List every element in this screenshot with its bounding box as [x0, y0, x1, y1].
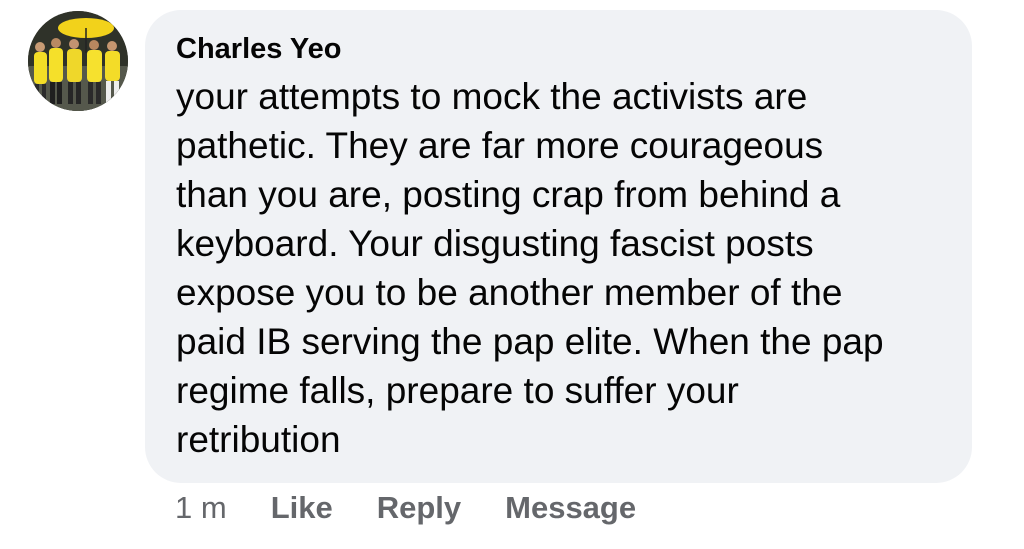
comment-text-line: your attempts to mock the activists are	[176, 76, 808, 117]
reply-button[interactable]: Reply	[377, 490, 461, 526]
comment-text-line: retribution	[176, 419, 341, 460]
message-button[interactable]: Message	[505, 490, 636, 526]
comment-text-line: expose you to be another member of the	[176, 272, 843, 313]
comment-timestamp[interactable]: 1 m	[175, 490, 227, 526]
comment-text-line: than you are, posting crap from behind a	[176, 174, 841, 215]
comment-bubble: Charles Yeo your attempts to mock the ac…	[145, 10, 972, 483]
comment-text-line: paid IB serving the pap elite. When the …	[176, 321, 884, 362]
comment-text-line: pathetic. They are far more courageous	[176, 125, 824, 166]
avatar[interactable]	[28, 11, 128, 111]
comment-text-line: regime falls, prepare to suffer your	[176, 370, 739, 411]
comment-text: your attempts to mock the activists are …	[176, 72, 942, 464]
comment-author-name[interactable]: Charles Yeo	[176, 32, 942, 66]
like-button[interactable]: Like	[271, 490, 333, 526]
comment-text-line: keyboard. Your disgusting fascist posts	[176, 223, 814, 264]
profile-photo	[28, 11, 128, 111]
comment-actions: 1 m Like Reply Message	[175, 486, 680, 530]
